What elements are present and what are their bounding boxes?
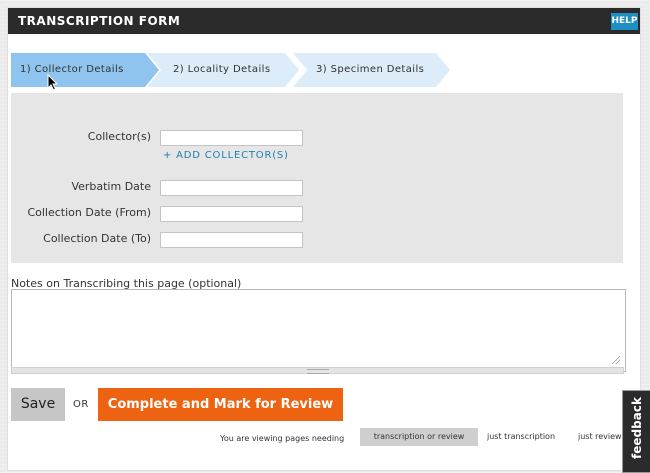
title-bar: TRANSCRIPTION FORM HELP xyxy=(8,8,640,34)
add-collector-link[interactable]: + ADD COLLECTOR(S) xyxy=(163,150,289,161)
collection-date-from-label: Collection Date (From) xyxy=(27,206,151,219)
verbatim-date-input[interactable] xyxy=(160,180,303,196)
collector-fields-section: Collector(s) + ADD COLLECTOR(S) Verbatim… xyxy=(11,93,623,263)
viewing-label: You are viewing pages needing xyxy=(220,434,345,443)
feedback-tab[interactable]: feedback xyxy=(622,390,650,473)
tab-locality-details-label: 2) Locality Details xyxy=(173,64,271,75)
collection-date-to-label: Collection Date (To) xyxy=(43,232,151,245)
filter-transcription-or-review[interactable]: transcription or review xyxy=(360,428,478,446)
or-separator: OR xyxy=(73,399,89,410)
notes-textarea[interactable] xyxy=(11,289,626,372)
form-title: TRANSCRIPTION FORM xyxy=(18,14,181,28)
complete-review-button[interactable]: Complete and Mark for Review xyxy=(98,388,343,421)
filter-just-review[interactable]: just review xyxy=(578,428,622,446)
textarea-resize-handle[interactable] xyxy=(11,367,624,374)
tab-locality-details[interactable]: 2) Locality Details xyxy=(147,53,299,87)
save-button[interactable]: Save xyxy=(11,388,65,421)
collection-date-from-input[interactable] xyxy=(160,206,303,222)
collector-input[interactable] xyxy=(160,130,303,146)
tab-specimen-details[interactable]: 3) Specimen Details xyxy=(293,53,450,87)
resize-grip-icon[interactable] xyxy=(612,356,620,364)
verbatim-date-label: Verbatim Date xyxy=(71,180,151,193)
collector-label: Collector(s) xyxy=(87,130,151,143)
tab-collector-details[interactable]: 1) Collector Details xyxy=(11,53,159,87)
grip-icon xyxy=(307,369,329,374)
step-tabs: 1) Collector Details 2) Locality Details… xyxy=(11,53,451,87)
tab-collector-details-label: 1) Collector Details xyxy=(20,64,124,75)
mouse-pointer-icon xyxy=(47,74,58,91)
feedback-label: feedback xyxy=(630,397,644,459)
tab-specimen-details-label: 3) Specimen Details xyxy=(316,64,425,75)
collection-date-to-input[interactable] xyxy=(160,232,303,248)
filter-just-transcription[interactable]: just transcription xyxy=(487,428,559,446)
help-button[interactable]: HELP xyxy=(611,13,638,30)
